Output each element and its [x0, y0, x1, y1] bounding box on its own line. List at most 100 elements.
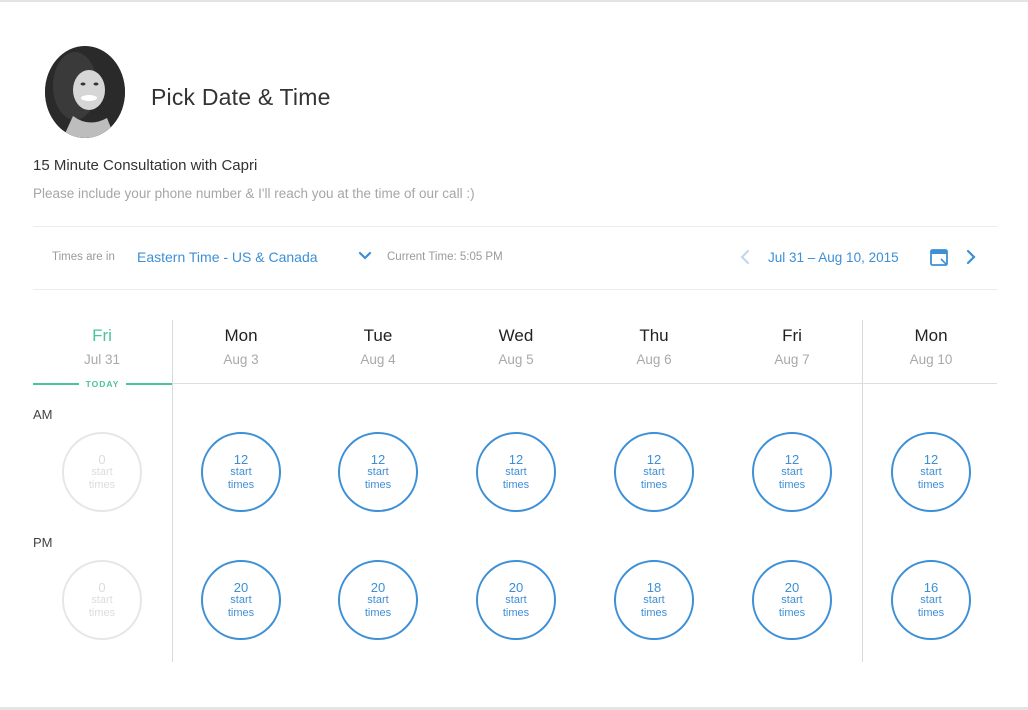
slot-label: times [502, 606, 530, 619]
today-column-divider [172, 320, 173, 662]
pm-slot-button[interactable]: 16 start times [891, 560, 971, 640]
day-name: Mon [224, 326, 258, 345]
slot-label: times [917, 606, 945, 619]
day-header: Thu Aug 6 [604, 326, 704, 367]
am-label: AM [33, 407, 53, 422]
day-date: Aug 3 [223, 352, 259, 367]
slot-label: start [643, 593, 665, 606]
slot-label: start [230, 465, 252, 478]
am-slot-button[interactable]: 12 start times [614, 432, 694, 512]
pm-label: PM [33, 535, 53, 550]
slot-label: start [781, 465, 803, 478]
slot-label: times [778, 478, 806, 491]
day-name: Fri [92, 326, 112, 345]
chevron-down-icon[interactable] [357, 248, 373, 264]
week-divider [862, 320, 863, 662]
event-name: 15 Minute Consultation with Capri [33, 157, 258, 174]
slot-label: times [778, 606, 806, 619]
slot-label: start [91, 465, 113, 478]
day-date: Aug 10 [909, 352, 953, 367]
slot-label: times [227, 606, 255, 619]
slot-label: start [367, 593, 389, 606]
slot-count: 18 [646, 579, 662, 595]
day-date: Aug 7 [774, 352, 810, 367]
slot-count: 12 [370, 451, 386, 467]
slot-count: 12 [923, 451, 939, 467]
slot-label: start [230, 593, 252, 606]
date-range[interactable]: Jul 31 – Aug 10, 2015 [768, 250, 899, 265]
day-header: Mon Aug 10 [881, 326, 981, 367]
event-description: Please include your phone number & I'll … [33, 186, 475, 201]
slot-count: 12 [233, 451, 249, 467]
slot-count: 20 [370, 579, 386, 595]
host-avatar [45, 46, 125, 138]
slot-label: times [640, 606, 668, 619]
chevron-left-icon[interactable] [738, 248, 754, 266]
slot-label: times [88, 478, 116, 491]
am-slot-button[interactable]: 12 start times [752, 432, 832, 512]
today-label: TODAY [85, 379, 120, 389]
am-slot-button[interactable]: 12 start times [476, 432, 556, 512]
day-header: Wed Aug 5 [466, 326, 566, 367]
day-date: Aug 4 [360, 352, 396, 367]
pm-slot-button[interactable]: 20 start times [476, 560, 556, 640]
chevron-right-icon[interactable] [963, 248, 979, 266]
day-date: Aug 6 [636, 352, 672, 367]
day-header: Fri Aug 7 [742, 326, 842, 367]
slot-label: times [917, 478, 945, 491]
pm-slot-button[interactable]: 20 start times [201, 560, 281, 640]
slot-label: start [920, 593, 942, 606]
slot-label: start [643, 465, 665, 478]
pm-slot-button: 0 start times [62, 560, 142, 640]
slot-label: start [781, 593, 803, 606]
day-name: Fri [782, 326, 802, 345]
day-name: Tue [363, 326, 393, 345]
day-name: Mon [914, 326, 948, 345]
slot-label: times [640, 478, 668, 491]
slot-label: start [920, 465, 942, 478]
slot-label: start [367, 465, 389, 478]
today-underline [126, 383, 172, 385]
day-name: Wed [498, 326, 534, 345]
slot-count: 16 [923, 579, 939, 595]
am-slot-button[interactable]: 12 start times [201, 432, 281, 512]
slot-label: start [505, 593, 527, 606]
day-header: Tue Aug 4 [328, 326, 428, 367]
header-divider [172, 383, 997, 384]
slot-count: 20 [508, 579, 524, 595]
window-top-border [0, 0, 1028, 2]
slot-count: 12 [784, 451, 800, 467]
page-title: Pick Date & Time [151, 84, 331, 110]
day-header: Mon Aug 3 [191, 326, 291, 367]
slot-count: 0 [98, 451, 106, 467]
slot-label: times [364, 606, 392, 619]
am-slot-button[interactable]: 12 start times [891, 432, 971, 512]
slot-label: times [502, 478, 530, 491]
slot-label: times [88, 606, 116, 619]
slot-label: times [364, 478, 392, 491]
slot-count: 12 [646, 451, 662, 467]
slot-count: 0 [98, 579, 106, 595]
timezone-select[interactable]: Eastern Time - US & Canada [137, 249, 318, 265]
day-date: Jul 31 [83, 352, 121, 367]
day-date: Aug 5 [498, 352, 534, 367]
timezone-label: Times are in [52, 251, 115, 263]
day-header: Fri Jul 31 [52, 326, 152, 367]
current-time: Current Time: 5:05 PM [387, 251, 503, 263]
calendar-icon[interactable] [929, 247, 949, 267]
pm-slot-button[interactable]: 20 start times [752, 560, 832, 640]
divider [33, 226, 997, 227]
am-slot-button: 0 start times [62, 432, 142, 512]
avatar-portrait-icon [45, 46, 125, 138]
slot-count: 20 [784, 579, 800, 595]
slot-label: start [91, 593, 113, 606]
today-underline [33, 383, 79, 385]
am-slot-button[interactable]: 12 start times [338, 432, 418, 512]
pm-slot-button[interactable]: 20 start times [338, 560, 418, 640]
slot-label: start [505, 465, 527, 478]
slot-label: times [227, 478, 255, 491]
divider [33, 289, 997, 290]
pm-slot-button[interactable]: 18 start times [614, 560, 694, 640]
day-name: Thu [639, 326, 669, 345]
slot-count: 20 [233, 579, 249, 595]
